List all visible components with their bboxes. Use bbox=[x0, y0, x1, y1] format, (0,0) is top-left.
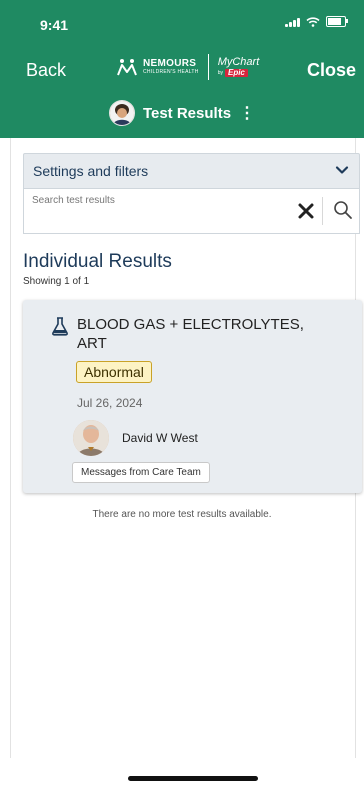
search-icon[interactable] bbox=[333, 200, 353, 220]
section-title: Individual Results bbox=[23, 251, 172, 272]
brand-logo: NEMOURS CHILDREN'S HEALTH MyChart by Epi… bbox=[116, 54, 259, 80]
end-of-results-message: There are no more test results available… bbox=[92, 509, 272, 520]
mychart-by: by bbox=[217, 69, 223, 76]
epic-logo: Epic bbox=[224, 69, 248, 77]
provider-name: David W West bbox=[122, 431, 198, 445]
flask-icon bbox=[52, 317, 68, 336]
more-menu-icon[interactable]: ⋮ bbox=[239, 103, 255, 123]
status-badge: Abnormal bbox=[76, 361, 152, 383]
nemours-logo-icon bbox=[117, 59, 137, 76]
battery-icon bbox=[326, 16, 348, 27]
brand-divider bbox=[207, 54, 209, 80]
settings-filters-label: Settings and filters bbox=[33, 163, 149, 179]
close-button[interactable]: Close bbox=[307, 60, 356, 81]
result-card[interactable]: BLOOD GAS + ELECTROLYTES, ART Abnormal J… bbox=[23, 300, 362, 493]
page-title: Test Results bbox=[142, 104, 232, 122]
page-title-row: Test Results ⋮ bbox=[0, 100, 364, 126]
chevron-down-icon bbox=[335, 166, 349, 174]
mychart-text: MyChart bbox=[217, 56, 260, 68]
results-count: Showing 1 of 1 bbox=[23, 276, 90, 287]
clear-icon[interactable] bbox=[297, 202, 315, 220]
provider-avatar bbox=[73, 420, 109, 456]
status-time: 9:41 bbox=[40, 17, 69, 33]
status-icons bbox=[285, 16, 348, 27]
search-input[interactable] bbox=[32, 195, 282, 206]
result-date: Jul 26, 2024 bbox=[77, 396, 143, 410]
mychart-logo: MyChart by Epic bbox=[217, 56, 260, 77]
settings-filters-toggle[interactable]: Settings and filters bbox=[23, 153, 360, 189]
result-title: BLOOD GAS + ELECTROLYTES, ART bbox=[77, 316, 304, 352]
brand-subtitle: CHILDREN'S HEALTH bbox=[143, 69, 199, 75]
home-indicator[interactable] bbox=[128, 776, 258, 781]
brand-name: NEMOURS bbox=[143, 58, 197, 69]
back-button[interactable]: Back bbox=[26, 60, 66, 81]
search-box bbox=[23, 189, 360, 234]
signal-icon bbox=[285, 17, 300, 27]
search-divider bbox=[322, 197, 323, 225]
header-bar: 9:41 Back NEMOURS CHILDREN'S HEALTH MyCh… bbox=[0, 0, 364, 138]
wifi-icon bbox=[306, 16, 320, 27]
avatar[interactable] bbox=[108, 100, 135, 126]
messages-from-care-team-button[interactable]: Messages from Care Team bbox=[72, 462, 210, 483]
